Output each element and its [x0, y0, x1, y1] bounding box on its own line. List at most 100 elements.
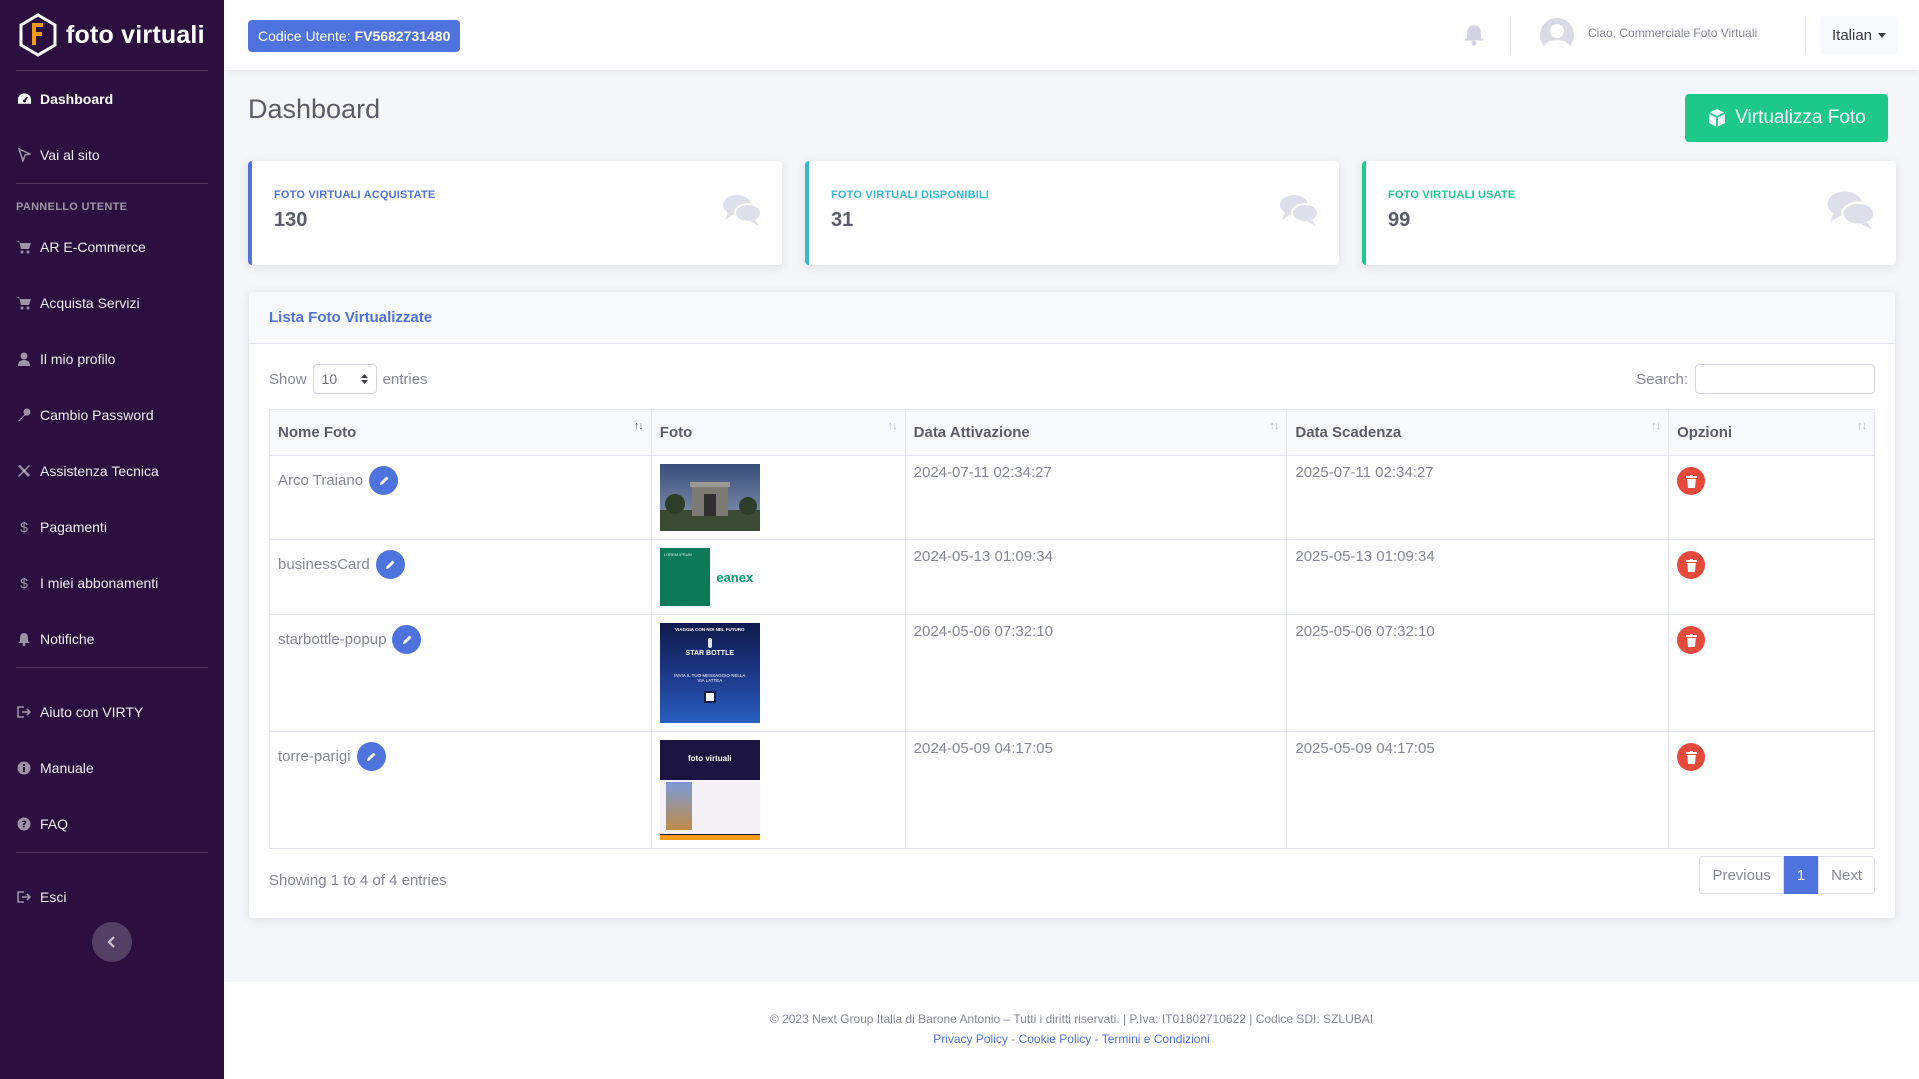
language-dropdown[interactable]: Italian — [1820, 16, 1899, 54]
caret-down-icon — [1878, 32, 1887, 38]
comments-icon — [1827, 191, 1876, 230]
brand-logo-icon — [19, 13, 57, 57]
sort-icon: ↑↓ — [1269, 420, 1279, 432]
sidebar-item-profilo[interactable]: Il mio profilo — [0, 331, 224, 387]
sidebar-item-dashboard[interactable]: Dashboard — [0, 71, 224, 127]
sidebar-item-label: Dashboard — [40, 91, 114, 107]
user-icon — [16, 351, 32, 367]
sidebar-item-assistenza[interactable]: Assistenza Tecnica — [0, 443, 224, 499]
table-row: Arco Traiano 2024-07-11 02:34:27 2025-07… — [269, 455, 1875, 540]
info-icon — [16, 760, 32, 776]
column-header-label: Data Attivazione — [913, 424, 1030, 441]
poster-bottom-bar — [659, 835, 760, 840]
search-input[interactable] — [1695, 364, 1875, 394]
qr-code-icon — [703, 691, 716, 703]
show-label: Show — [269, 370, 307, 388]
sidebar-item-label: I miei abbonamenti — [40, 575, 159, 591]
sidebar-item-vai-al-sito[interactable]: Vai al sito — [0, 127, 224, 183]
dollar-icon: $ — [20, 519, 28, 535]
sidebar-divider — [16, 667, 208, 668]
photo-thumbnail[interactable]: LOREM IPSUM eanex — [659, 548, 760, 606]
sidebar-item-cambio-password[interactable]: Cambio Password — [0, 387, 224, 443]
pagination-previous[interactable]: Previous — [1699, 856, 1784, 894]
topbar: Codice Utente: FV5682731480 Ciao, Commer… — [224, 0, 1919, 70]
delete-button[interactable] — [1677, 626, 1706, 654]
user-code-badge: Codice Utente: FV5682731480 — [248, 20, 461, 52]
sidebar-item-acquista-servizi[interactable]: Acquista Servizi — [0, 275, 224, 331]
bell-icon[interactable] — [1464, 24, 1484, 46]
sidebar-item-label: Esci — [40, 889, 67, 905]
table-row: starbottle-popup VIAGGIA CON NOI NEL FUT… — [269, 614, 1875, 732]
stat-card-usate: FOTO VIRTUALI USATE 99 — [1362, 161, 1896, 265]
comments-icon — [1280, 195, 1319, 226]
table-search: Search: — [1636, 364, 1875, 394]
edit-button[interactable] — [369, 466, 399, 495]
photo-name: businessCard — [278, 556, 370, 573]
footer-separator: - — [1011, 1032, 1019, 1046]
sidebar-toggle-button[interactable] — [92, 922, 132, 962]
column-header-attivazione[interactable]: Data Attivazione ↑↓ — [904, 409, 1288, 456]
user-greeting[interactable]: Ciao, Commerciale Foto Virtuali — [1588, 26, 1757, 40]
stat-label: FOTO VIRTUALI DISPONIBILI — [831, 189, 990, 201]
footer-separator: - — [1094, 1032, 1102, 1046]
trash-icon — [1685, 558, 1697, 572]
column-header-label: Foto — [659, 424, 693, 441]
sidebar-item-abbonamenti[interactable]: $ I miei abbonamenti — [0, 555, 224, 611]
search-label: Search: — [1636, 370, 1688, 388]
terms-link[interactable]: Termini e Condizioni — [1102, 1032, 1210, 1046]
delete-button[interactable] — [1677, 743, 1706, 771]
sidebar-item-faq[interactable]: ? FAQ — [0, 796, 224, 852]
photo-table: Nome Foto ↑↓ Foto ↑↓ Data Attivazione ↑↓ Da… — [269, 409, 1875, 849]
virtualizza-foto-button[interactable]: Virtualizza Foto — [1685, 94, 1888, 142]
chevron-left-icon — [107, 936, 115, 948]
pencil-icon — [367, 752, 376, 761]
business-card-left: LOREM IPSUM — [659, 548, 710, 606]
edit-button[interactable] — [356, 742, 386, 771]
entries-select[interactable]: 10 — [312, 364, 377, 394]
sidebar-item-esci[interactable]: Esci — [0, 869, 224, 925]
sidebar: foto virtuali Dashboard Vai al sito PANN… — [0, 0, 224, 1079]
photo-thumbnail[interactable]: VIAGGIA CON NOI NEL FUTURO STAR BOTTLE I… — [659, 623, 760, 723]
stat-card-disponibili: FOTO VIRTUALI DISPONIBILI 31 — [805, 161, 1339, 265]
cookie-policy-link[interactable]: Cookie Policy — [1019, 1032, 1092, 1046]
bell-icon — [16, 631, 32, 647]
photo-thumbnail[interactable]: foto virtuali — [659, 740, 760, 840]
business-card-right: eanex — [710, 548, 760, 606]
trash-icon — [1685, 750, 1697, 764]
sidebar-divider — [16, 852, 208, 853]
sidebar-item-manuale[interactable]: Manuale — [0, 740, 224, 796]
business-card-caption: LOREM IPSUM — [663, 552, 692, 557]
edit-button[interactable] — [392, 625, 422, 654]
pagination-next[interactable]: Next — [1818, 856, 1875, 894]
expiry-date: 2025-07-11 02:34:27 — [1286, 455, 1670, 540]
activation-date: 2024-05-13 01:09:34 — [904, 539, 1288, 615]
starbottle-title: STAR BOTTLE — [685, 650, 735, 657]
delete-button[interactable] — [1677, 551, 1706, 579]
stat-card-acquistate: FOTO VIRTUALI ACQUISTATE 130 — [248, 161, 782, 265]
stat-label: FOTO VIRTUALI ACQUISTATE — [274, 189, 436, 201]
sort-icon: ↑↓ — [633, 420, 644, 432]
sidebar-item-aiuto-virty[interactable]: Aiuto con VIRTY — [0, 684, 224, 740]
column-header-opzioni[interactable]: Opzioni ↑↓ — [1668, 409, 1875, 456]
sort-updown-icon — [360, 374, 368, 384]
column-header-label: Data Scadenza — [1295, 424, 1402, 441]
column-header-nome[interactable]: Nome Foto ↑↓ — [269, 409, 652, 456]
torre-brand: foto virtuali — [688, 754, 732, 763]
sidebar-item-ar-ecommerce[interactable]: AR E-Commerce — [0, 219, 224, 275]
privacy-policy-link[interactable]: Privacy Policy — [933, 1032, 1008, 1046]
user-code-value: FV5682731480 — [354, 28, 451, 44]
column-header-scadenza[interactable]: Data Scadenza ↑↓ — [1286, 409, 1670, 456]
column-header-foto[interactable]: Foto ↑↓ — [650, 409, 906, 456]
delete-button[interactable] — [1677, 467, 1706, 495]
sidebar-item-notifiche[interactable]: Notifiche — [0, 611, 224, 667]
pagination-page[interactable]: 1 — [1783, 856, 1819, 894]
cube-icon — [1708, 109, 1726, 127]
brand[interactable]: foto virtuali — [0, 0, 224, 70]
sidebar-item-pagamenti[interactable]: $ Pagamenti — [0, 499, 224, 555]
activation-date: 2024-05-06 07:32:10 — [904, 614, 1288, 732]
site-footer: © 2023 Next Group Italia di Barone Anton… — [224, 982, 1919, 1079]
avatar[interactable] — [1540, 18, 1574, 52]
edit-button[interactable] — [375, 550, 405, 579]
dashboard-icon — [16, 91, 32, 107]
photo-thumbnail[interactable] — [659, 464, 760, 531]
